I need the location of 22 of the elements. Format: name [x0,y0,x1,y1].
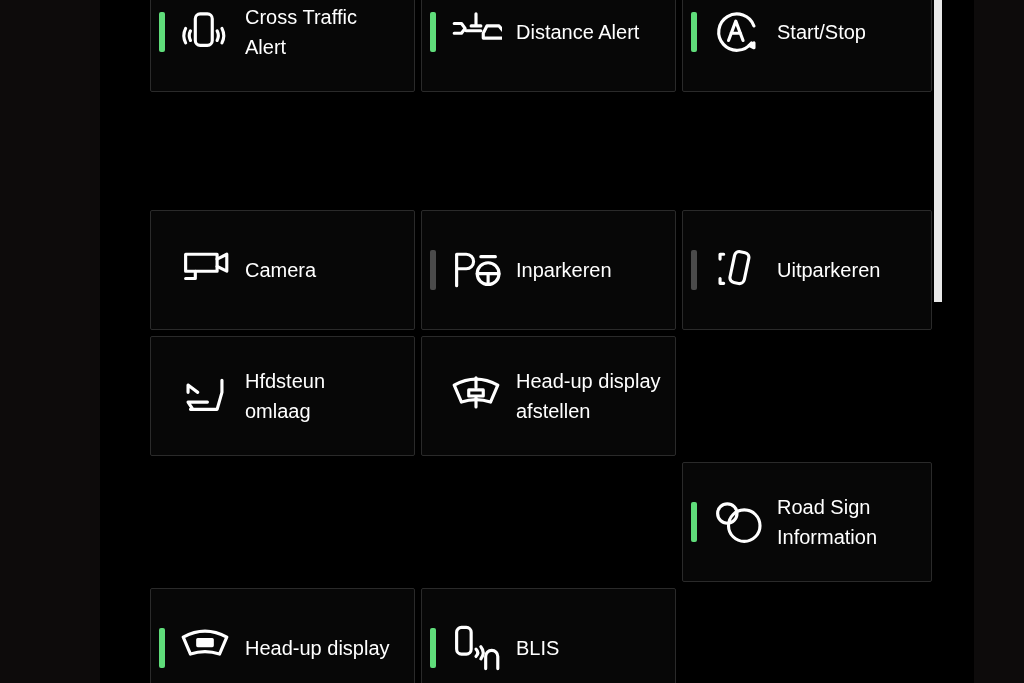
function-tile[interactable]: Head-up display [150,588,415,683]
function-tile[interactable]: Road Sign Information [682,462,932,582]
tile-label: Start/Stop [777,20,866,45]
tile-label: Cross Traffic Alert [245,5,357,60]
function-tile[interactable]: Camera [150,210,415,330]
tile-label: Head-up display [245,636,390,661]
tile-label: Road Sign Information [777,495,878,550]
function-tile[interactable]: Cross Traffic Alert [150,0,415,92]
tile-label: Camera [245,258,317,283]
tile-label: Head-up display afstellen [516,369,661,424]
function-tile[interactable]: Hfdsteun omlaag [150,336,415,456]
function-tile[interactable]: Distance Alert [421,0,676,92]
function-tile[interactable]: Head-up display afstellen [421,336,676,456]
tile-label: Inparkeren [516,258,612,283]
function-tile[interactable]: BLIS [421,588,676,683]
function-tile[interactable]: Start/Stop [682,0,932,92]
function-tile[interactable]: Inparkeren [421,210,676,330]
tile-label: Hfdsteun omlaag [245,369,326,424]
tile-label: BLIS [516,636,560,661]
function-tile[interactable]: Uitparkeren [682,210,932,330]
tile-label: Uitparkeren [777,258,881,283]
tile-label: Distance Alert [516,20,640,45]
